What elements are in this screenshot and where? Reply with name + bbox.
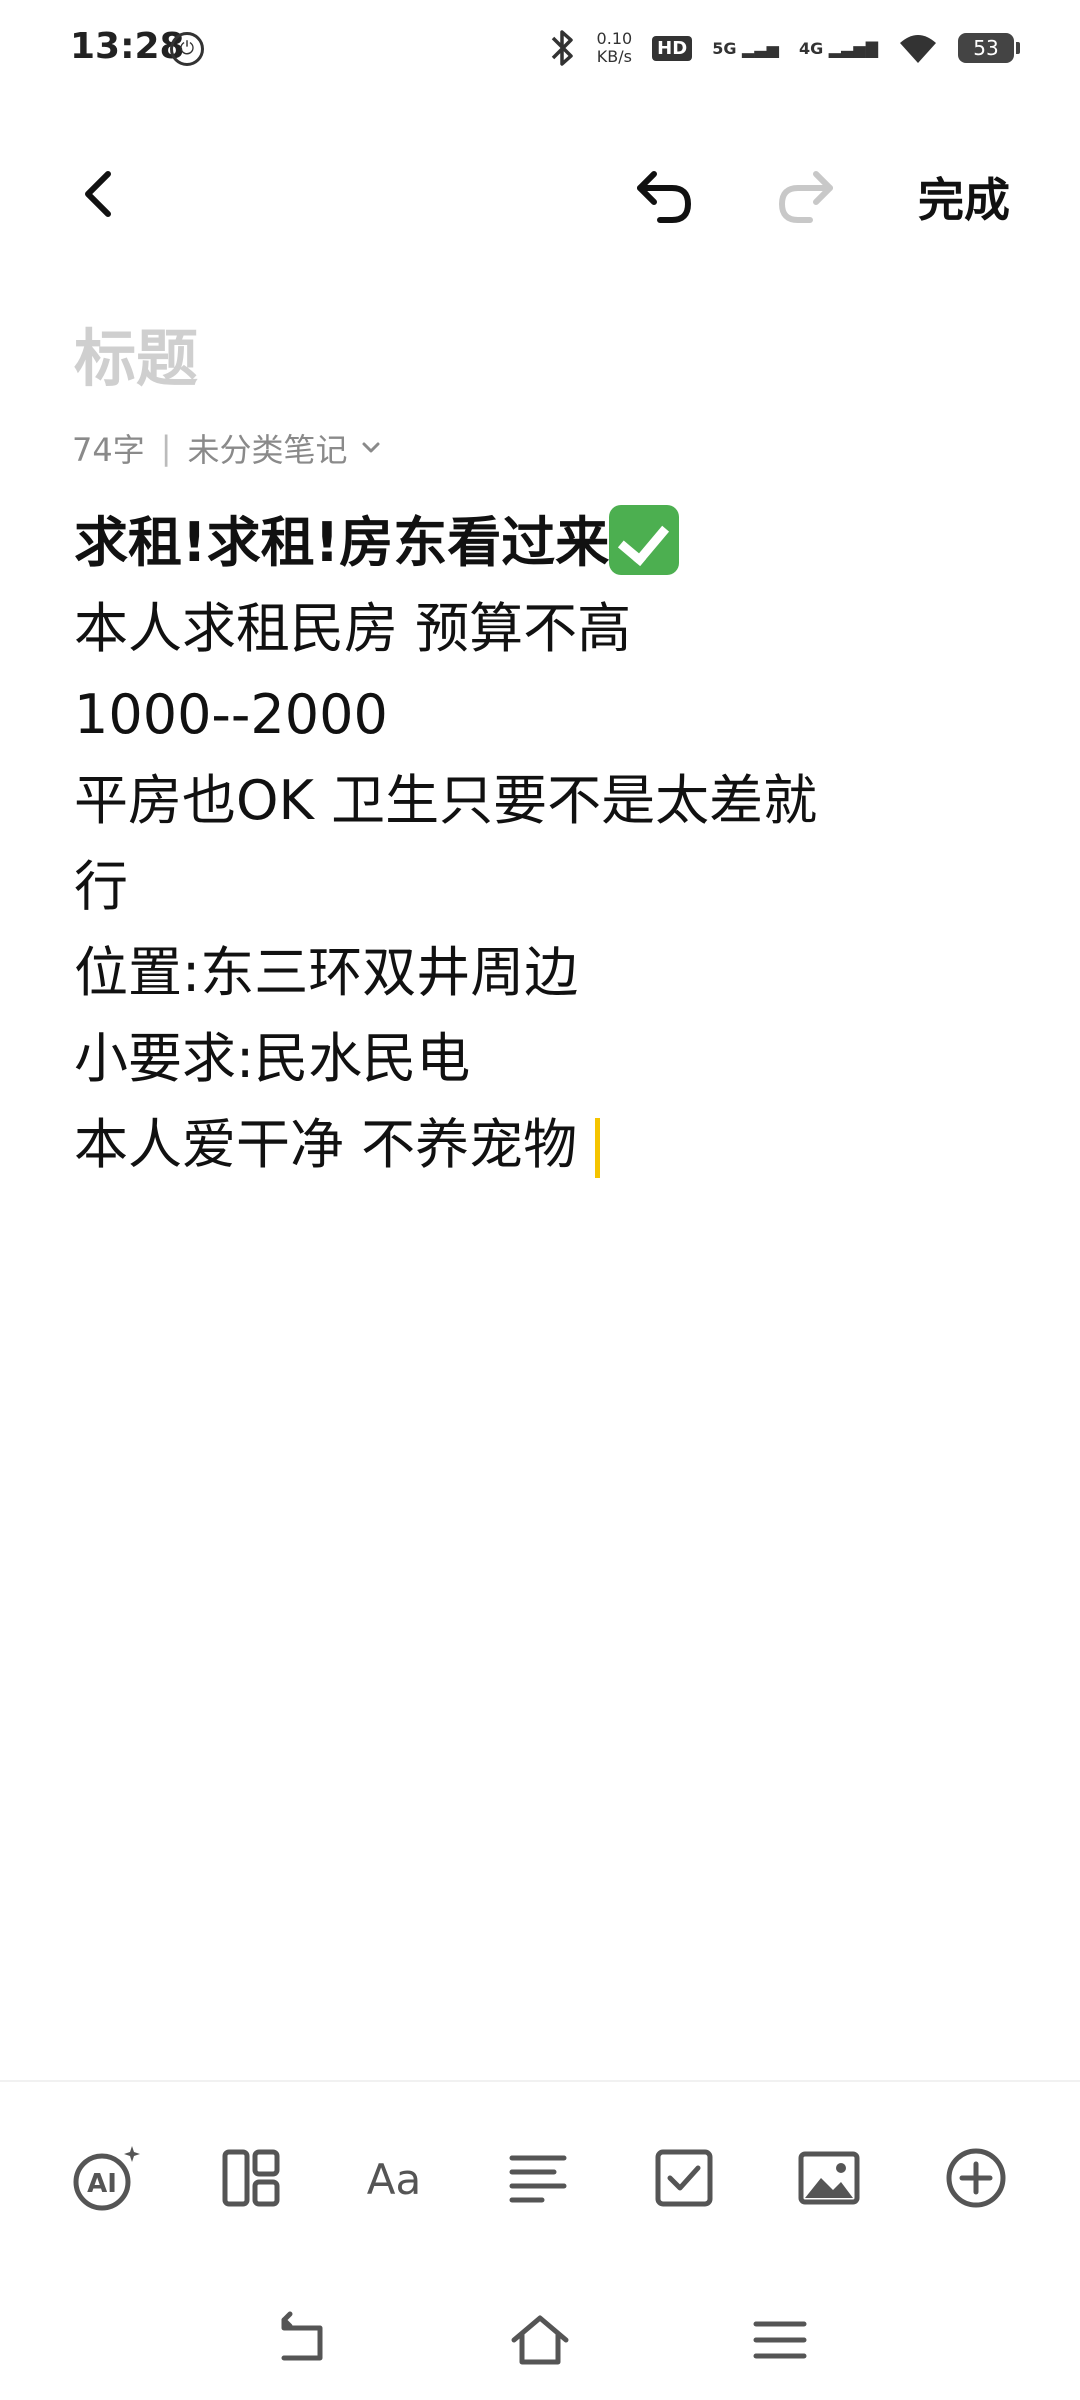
status-time: 13:28 [70,26,185,67]
network-speed-value: 0.10 [596,29,633,48]
note-line: 小要求:民水民电 [74,1027,471,1090]
note-line: 本人爱干净 不养宠物 [74,1102,1014,1188]
text-style-icon[interactable]: Aa [358,2142,430,2214]
word-count: 74字 [72,431,145,469]
category-selector[interactable]: 未分类笔记 [188,425,384,471]
format-toolbar: AI Aa [0,2080,1080,2282]
undo-icon[interactable] [630,160,700,230]
title-input[interactable] [74,318,974,398]
checkbox-icon[interactable] [648,2142,720,2214]
note-meta: 74字 | 未分类笔记 [72,425,384,471]
check-mark-icon [609,505,680,576]
back-icon[interactable] [70,164,130,224]
note-line: 位置:东三环双井周边 [74,941,579,1004]
sim2-label: 4G [798,38,824,58]
ai-label: AI [87,2169,117,2199]
text-cursor [595,1118,601,1179]
meta-divider: | [160,429,172,467]
note-line: 求租!求租!房东看过来 [74,500,1014,586]
network-speed: 0.10 KB/s [597,30,633,66]
wifi-icon [900,35,936,63]
sim2-signal-icon: 4G ▂▃▅▇ [798,38,878,58]
network-speed-unit: KB/s [596,47,632,66]
sim1-signal-icon: 5G ▂▃▅ [712,38,779,58]
align-left-icon[interactable] [502,2142,574,2214]
status-bar: 13:28 ⏻ 0.10 KB/s HD 5G ▂▃▅ 4G ▂▃▅▇ 53 [0,0,1080,100]
image-icon[interactable] [793,2142,865,2214]
battery-icon: 53 [958,33,1020,63]
note-line-text: 本人爱干净 不养宠物 [74,1113,578,1176]
text-style-label: Aa [367,2155,421,2204]
bluetooth-icon [551,30,573,66]
layout-template-icon[interactable] [215,2142,287,2214]
category-label: 未分类笔记 [187,431,348,469]
nav-home-icon[interactable] [508,2308,572,2372]
note-line: 平房也OK 卫生只要不是太差就 [74,769,818,832]
status-icons: 0.10 KB/s HD 5G ▂▃▅ 4G ▂▃▅▇ 53 [547,28,1020,68]
data-saver-icon: ⏻ [170,32,204,66]
note-line: 1000--2000 [74,683,388,746]
hd-voice-icon: HD [652,35,693,61]
chevron-down-icon [362,442,380,453]
nav-back-icon[interactable] [268,2308,332,2372]
note-line: 行 [74,855,128,918]
add-circle-icon[interactable] [940,2142,1012,2214]
nav-menu-icon[interactable] [748,2308,812,2372]
system-nav-bar [0,2290,1080,2400]
ai-assistant-icon[interactable]: AI [70,2142,142,2214]
note-body-editor[interactable]: 求租!求租!房东看过来 本人求租民房 预算不高 1000--2000 平房也OK… [74,500,1014,1188]
note-line: 本人求租民房 预算不高 [74,597,632,660]
editor-toolbar: 完成 [0,150,1080,240]
done-button[interactable]: 完成 [918,164,1010,230]
sim1-label: 5G [712,38,737,58]
note-line-text: 求租!求租!房东看过来 [74,511,610,574]
redo-icon[interactable] [770,160,840,230]
